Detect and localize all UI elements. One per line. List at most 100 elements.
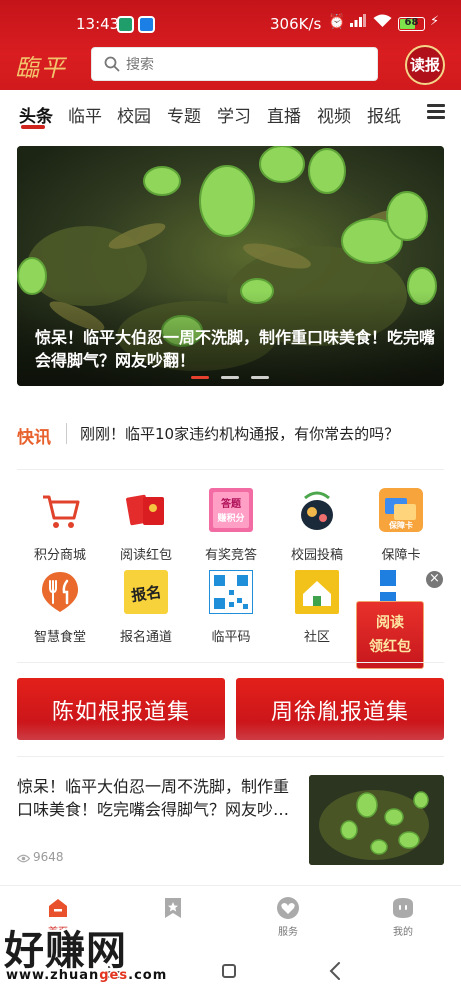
divider xyxy=(66,423,67,444)
system-home-button[interactable] xyxy=(222,964,236,978)
service-label: 保障卡 xyxy=(381,548,421,563)
service-quiz[interactable]: 答题 赚积分 有奖竞答 xyxy=(188,488,274,563)
read-newspaper-button[interactable]: 读报 xyxy=(405,45,445,85)
quiz-icon: 答题 赚积分 xyxy=(209,488,253,532)
service-community[interactable]: 社区 xyxy=(274,570,360,645)
active-tab-indicator xyxy=(21,125,45,129)
service-security-card[interactable]: 保障卡 保障卡 xyxy=(358,488,444,563)
site-watermark: 好赚网 www.zhuanges.com xyxy=(4,918,190,990)
search-icon xyxy=(104,56,120,72)
report-collection-banner[interactable]: 周徐胤报道集 xyxy=(236,678,444,740)
tab-linping[interactable]: 临平 xyxy=(68,102,102,127)
tab-study[interactable]: 学习 xyxy=(217,102,251,127)
home-icon xyxy=(49,899,67,917)
tab-campus[interactable]: 校园 xyxy=(117,102,151,127)
svg-text:答题: 答题 xyxy=(220,497,242,510)
profile-icon xyxy=(393,898,413,918)
battery-percent: 68 xyxy=(404,17,419,28)
divider xyxy=(17,469,444,470)
cutlery-icon xyxy=(42,572,78,612)
eye-icon xyxy=(16,854,31,863)
app-logo[interactable]: 臨平 xyxy=(15,48,67,83)
bookmark-star-icon xyxy=(165,898,181,918)
nav-label: 我的 xyxy=(393,927,413,938)
tab-newspaper[interactable]: 报纸 xyxy=(367,102,401,127)
hero-banner[interactable]: 惊呆！临平大伯忍一周不洗脚，制作重口味美食！吃完嘴会得脚气？网友吵翻！ xyxy=(17,146,444,386)
watermark-url-part: www.zhuan xyxy=(6,968,100,983)
service-read-redpacket[interactable]: 阅读红包 xyxy=(103,488,189,563)
news-food-image xyxy=(309,775,444,865)
svg-text:保障卡: 保障卡 xyxy=(388,520,413,530)
report-title: 陈如根报道集 xyxy=(51,700,190,725)
service-points-mall[interactable]: 积分商城 xyxy=(17,488,103,563)
close-ad-button[interactable]: × xyxy=(426,571,443,588)
watermark-url-highlight: ges xyxy=(99,968,129,983)
watermark-url: www.zhuanges.com xyxy=(6,968,167,983)
service-campus-submit[interactable]: 校园投稿 xyxy=(274,488,360,563)
notification-app-icon xyxy=(138,16,155,33)
service-label: 校园投稿 xyxy=(290,548,343,563)
app-header: 13:43 306K/s ⏰ 68 ⚡ 臨平 读报 xyxy=(0,0,461,90)
ad-line: 阅读 xyxy=(376,615,404,631)
heart-service-icon xyxy=(277,897,299,919)
carousel-dot[interactable] xyxy=(191,376,209,379)
service-label: 社区 xyxy=(303,630,330,645)
community-icon xyxy=(295,570,339,614)
view-count-value: 9648 xyxy=(33,850,64,864)
charging-icon: ⚡ xyxy=(430,14,440,29)
nav-profile[interactable]: 我的 xyxy=(373,896,433,938)
service-linping-code[interactable]: 临平码 xyxy=(188,570,274,645)
read-redpacket-ad[interactable]: 阅读 领红包 xyxy=(356,601,424,669)
status-time: 13:43 xyxy=(76,15,120,33)
service-label: 阅读红包 xyxy=(119,548,172,563)
service-label: 积分商城 xyxy=(33,548,86,563)
carousel-dot[interactable] xyxy=(251,376,269,379)
service-smart-canteen[interactable]: 智慧食堂 xyxy=(17,570,103,645)
wifi-icon xyxy=(373,14,392,32)
red-envelope-icon xyxy=(126,494,164,526)
search-input[interactable] xyxy=(126,54,366,76)
banner-caption: 惊呆！临平大伯忍一周不洗脚，制作重口味美食！吃完嘴会得脚气？网友吵翻！ xyxy=(35,328,436,370)
svg-text:赚积分: 赚积分 xyxy=(216,512,244,524)
flash-news-label: 快讯 xyxy=(17,428,51,448)
tab-headlines[interactable]: 头条 xyxy=(19,102,53,127)
tab-overflow-fade xyxy=(408,96,426,130)
battery-icon: 68 xyxy=(398,17,425,31)
report-collection-banner[interactable]: 陈如根报道集 xyxy=(17,678,225,740)
campus-submit-icon xyxy=(301,491,333,530)
network-speed: 306K/s xyxy=(270,15,322,33)
tab-topics[interactable]: 专题 xyxy=(167,102,201,127)
carousel-dot[interactable] xyxy=(221,376,239,379)
flash-news-text[interactable]: 刚刚！临平10家违约机构通报，有你常去的吗？ xyxy=(80,423,399,444)
signal-icon xyxy=(350,14,366,31)
service-label: 临平码 xyxy=(211,630,251,645)
security-card-icon: 保障卡 xyxy=(379,488,423,532)
news-thumbnail[interactable] xyxy=(309,775,444,865)
service-label: 有奖竞答 xyxy=(204,548,257,563)
watermark-url-part: .com xyxy=(128,968,168,983)
signup-icon: 报名 xyxy=(124,570,168,614)
channel-tabs: 头条 临平 校园 专题 学习 直播 视频 报纸 xyxy=(0,90,461,136)
system-back-icon[interactable] xyxy=(329,962,341,980)
qr-code-icon xyxy=(209,570,253,614)
nav-service[interactable]: 服务 xyxy=(258,896,318,938)
status-bar: 13:43 306K/s ⏰ 68 ⚡ xyxy=(0,0,461,42)
service-signup[interactable]: 报名 报名通道 xyxy=(103,570,189,645)
notification-app-icon xyxy=(117,16,134,33)
channel-menu-icon[interactable] xyxy=(427,104,445,120)
service-label: 报名通道 xyxy=(119,630,172,645)
alarm-off-icon: ⏰ xyxy=(328,14,346,30)
flash-news[interactable]: 快讯 刚刚！临平10家违约机构通报，有你常去的吗？ xyxy=(17,418,444,448)
divider xyxy=(17,662,444,663)
divider xyxy=(17,756,444,757)
search-box[interactable] xyxy=(91,47,378,81)
report-title: 周徐胤报道集 xyxy=(270,700,409,725)
shopping-cart-icon xyxy=(43,495,80,528)
view-count: 9648 xyxy=(16,850,64,864)
tab-live[interactable]: 直播 xyxy=(267,102,301,127)
service-label: 智慧食堂 xyxy=(33,630,86,645)
tab-video[interactable]: 视频 xyxy=(317,102,351,127)
ad-line: 领红包 xyxy=(369,639,411,655)
news-title[interactable]: 惊呆！临平大伯忍一周不洗脚，制作重口味美食！吃完嘴会得脚气？网友吵… xyxy=(17,775,299,821)
nav-label: 服务 xyxy=(278,927,298,938)
